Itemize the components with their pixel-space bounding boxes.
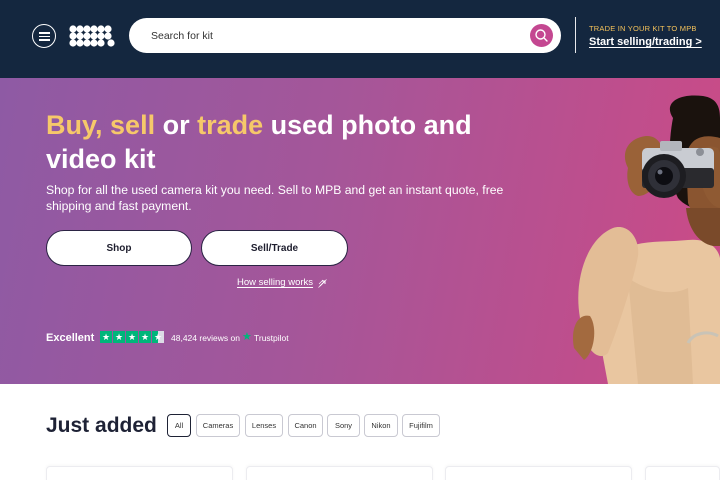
star-icon: ★ [152,331,164,343]
filter-chip-fujifilm[interactable]: Fujifilm [402,414,440,437]
trustpilot-stars: ★ ★ ★ ★ ★ [100,331,164,343]
just-added-heading: Just added [46,414,157,437]
trustpilot-review-count: 48,424 reviews on [171,333,240,343]
product-card[interactable] [46,466,233,480]
star-icon: ★ [139,331,151,343]
hero-title-sell: sell [110,110,156,140]
search-icon [535,29,548,42]
star-icon: ★ [113,331,125,343]
start-selling-link[interactable]: Start selling/trading > [589,36,702,48]
filter-chip-sony[interactable]: Sony [327,414,360,437]
hero-title-trade: trade [197,110,264,140]
hero-photographer-image [572,95,720,384]
trustpilot-rating-text: Excellent [46,332,95,344]
search-bar [129,18,561,53]
sell-trade-button[interactable]: Sell/Trade [201,230,348,266]
product-card[interactable] [246,466,433,480]
star-icon: ★ [126,331,138,343]
filter-chip-nikon[interactable]: Nikon [364,414,398,437]
mpb-logo[interactable] [69,25,115,47]
hero-title: Buy, sell or trade used photo and video … [46,108,546,176]
search-button[interactable] [530,24,553,47]
external-link-icon [318,279,327,288]
site-header: TRADE IN YOUR KIT TO MPB Start selling/t… [0,0,720,78]
product-card[interactable] [645,466,720,480]
shop-button[interactable]: Shop [46,230,192,266]
trustpilot-star-icon: ★ [242,331,252,343]
hero-banner: Buy, sell or trade used photo and video … [0,78,720,384]
menu-icon[interactable] [32,24,56,48]
trustpilot-logo: Trustpilot [254,333,289,343]
filter-chip-all[interactable]: All [167,414,191,437]
hero-title-or: or [162,110,190,140]
search-input[interactable] [151,18,531,53]
hero-subtitle: Shop for all the used camera kit you nee… [46,183,504,213]
header-divider [575,17,576,53]
filter-chip-cameras[interactable]: Cameras [196,414,240,437]
filter-chip-lenses[interactable]: Lenses [245,414,283,437]
star-icon: ★ [100,331,112,343]
hero-title-buy: Buy, [46,110,103,140]
product-card[interactable] [445,466,632,480]
filter-chip-canon[interactable]: Canon [288,414,323,437]
how-selling-works-link[interactable]: How selling works [237,277,313,288]
trade-eyebrow: TRADE IN YOUR KIT TO MPB [589,24,697,33]
